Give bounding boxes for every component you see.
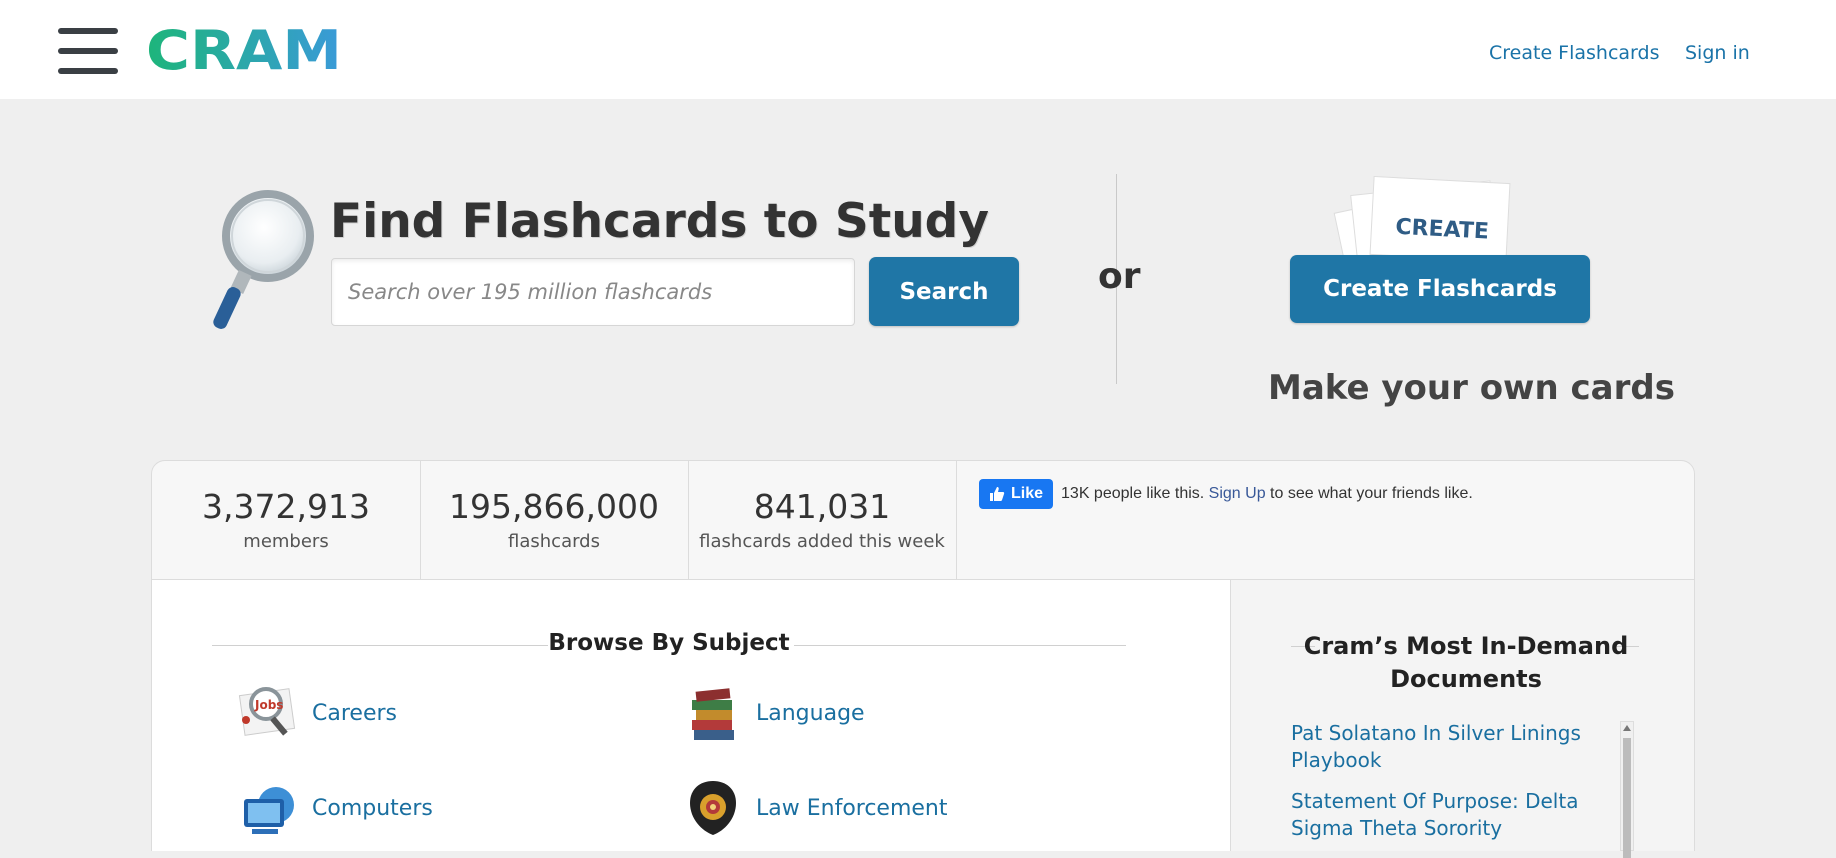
stat-value: 195,866,000 — [449, 487, 659, 526]
computers-icon — [244, 787, 294, 834]
stat-label: flashcards — [508, 531, 600, 552]
facebook-like-label: Like — [1011, 485, 1044, 502]
stat-value: 841,031 — [753, 487, 891, 526]
facebook-like-text: 13K people like this. Sign Up to see wha… — [1061, 485, 1473, 503]
magnifier-icon — [213, 190, 314, 329]
subject-careers-link[interactable]: Jobs Careers — [238, 682, 397, 744]
documents-title: Cram’s Most In-Demand Documents — [1303, 632, 1629, 693]
or-label: or — [1098, 256, 1141, 297]
stat-flashcards: 195,866,000 flashcards — [420, 461, 689, 580]
stat-added-this-week: 841,031 flashcards added this week — [688, 461, 957, 580]
badge-icon — [690, 781, 736, 835]
search-button[interactable]: Search — [869, 257, 1019, 326]
stat-label: members — [243, 531, 329, 552]
nav-create-flashcards-link[interactable]: Create Flashcards — [1489, 42, 1660, 64]
document-link[interactable]: Statement Of Purpose: Delta Sigma Theta … — [1291, 788, 1591, 842]
facebook-like-count: 13K people like this. — [1061, 485, 1205, 502]
menu-icon[interactable] — [58, 28, 118, 74]
scrollbar-thumb[interactable] — [1623, 738, 1631, 858]
facebook-like-widget: Like 13K people like this. Sign Up to se… — [979, 479, 1473, 509]
facebook-like-button[interactable]: Like — [979, 479, 1054, 509]
svg-text:CREATE: CREATE — [1395, 215, 1490, 245]
facebook-suffix: to see what your friends like. — [1270, 485, 1473, 502]
in-demand-documents: Cram’s Most In-Demand Documents Pat Sola… — [1230, 580, 1695, 858]
stat-value: 3,372,913 — [202, 487, 370, 526]
browse-by-subject: Browse By Subject Jobs Careers Language — [151, 580, 1232, 851]
stat-label: flashcards added this week — [699, 531, 945, 552]
create-flashcards-button[interactable]: Create Flashcards — [1290, 255, 1590, 323]
svg-text:Jobs: Jobs — [254, 698, 283, 712]
facebook-signup-link[interactable]: Sign Up — [1209, 485, 1266, 502]
create-cards-illustration: CREATE — [1333, 175, 1511, 258]
browse-title-row: Browse By Subject — [212, 630, 1126, 660]
subject-law-enforcement-link[interactable]: Law Enforcement — [682, 777, 948, 839]
stat-members: 3,372,913 members — [152, 461, 421, 580]
svg-text:CRAM: CRAM — [146, 22, 342, 76]
cram-logo[interactable]: CRAM — [146, 22, 346, 76]
careers-icon: Jobs — [238, 687, 296, 736]
subject-name: Careers — [312, 700, 397, 726]
search-input[interactable] — [331, 258, 855, 326]
nav-sign-in-link[interactable]: Sign in — [1685, 42, 1750, 64]
subject-name: Computers — [312, 795, 433, 821]
create-subtitle: Make your own cards — [1268, 368, 1675, 408]
subject-computers-link[interactable]: Computers — [238, 777, 433, 839]
browse-title: Browse By Subject — [548, 630, 790, 656]
books-icon — [692, 688, 734, 740]
subject-name: Law Enforcement — [756, 795, 948, 821]
document-link[interactable]: Pat Solatano In Silver Linings Playbook — [1291, 720, 1591, 774]
site-header: CRAM Create Flashcards Sign in — [0, 0, 1836, 99]
thumbs-up-icon — [990, 487, 1005, 501]
scroll-up-icon[interactable] — [1623, 725, 1631, 731]
subject-language-link[interactable]: Language — [682, 682, 865, 744]
documents-scrollbar[interactable] — [1620, 721, 1634, 858]
subject-name: Language — [756, 700, 865, 726]
stats-panel: 3,372,913 members 195,866,000 flashcards… — [151, 460, 1695, 580]
page-title: Find Flashcards to Study — [330, 194, 989, 249]
